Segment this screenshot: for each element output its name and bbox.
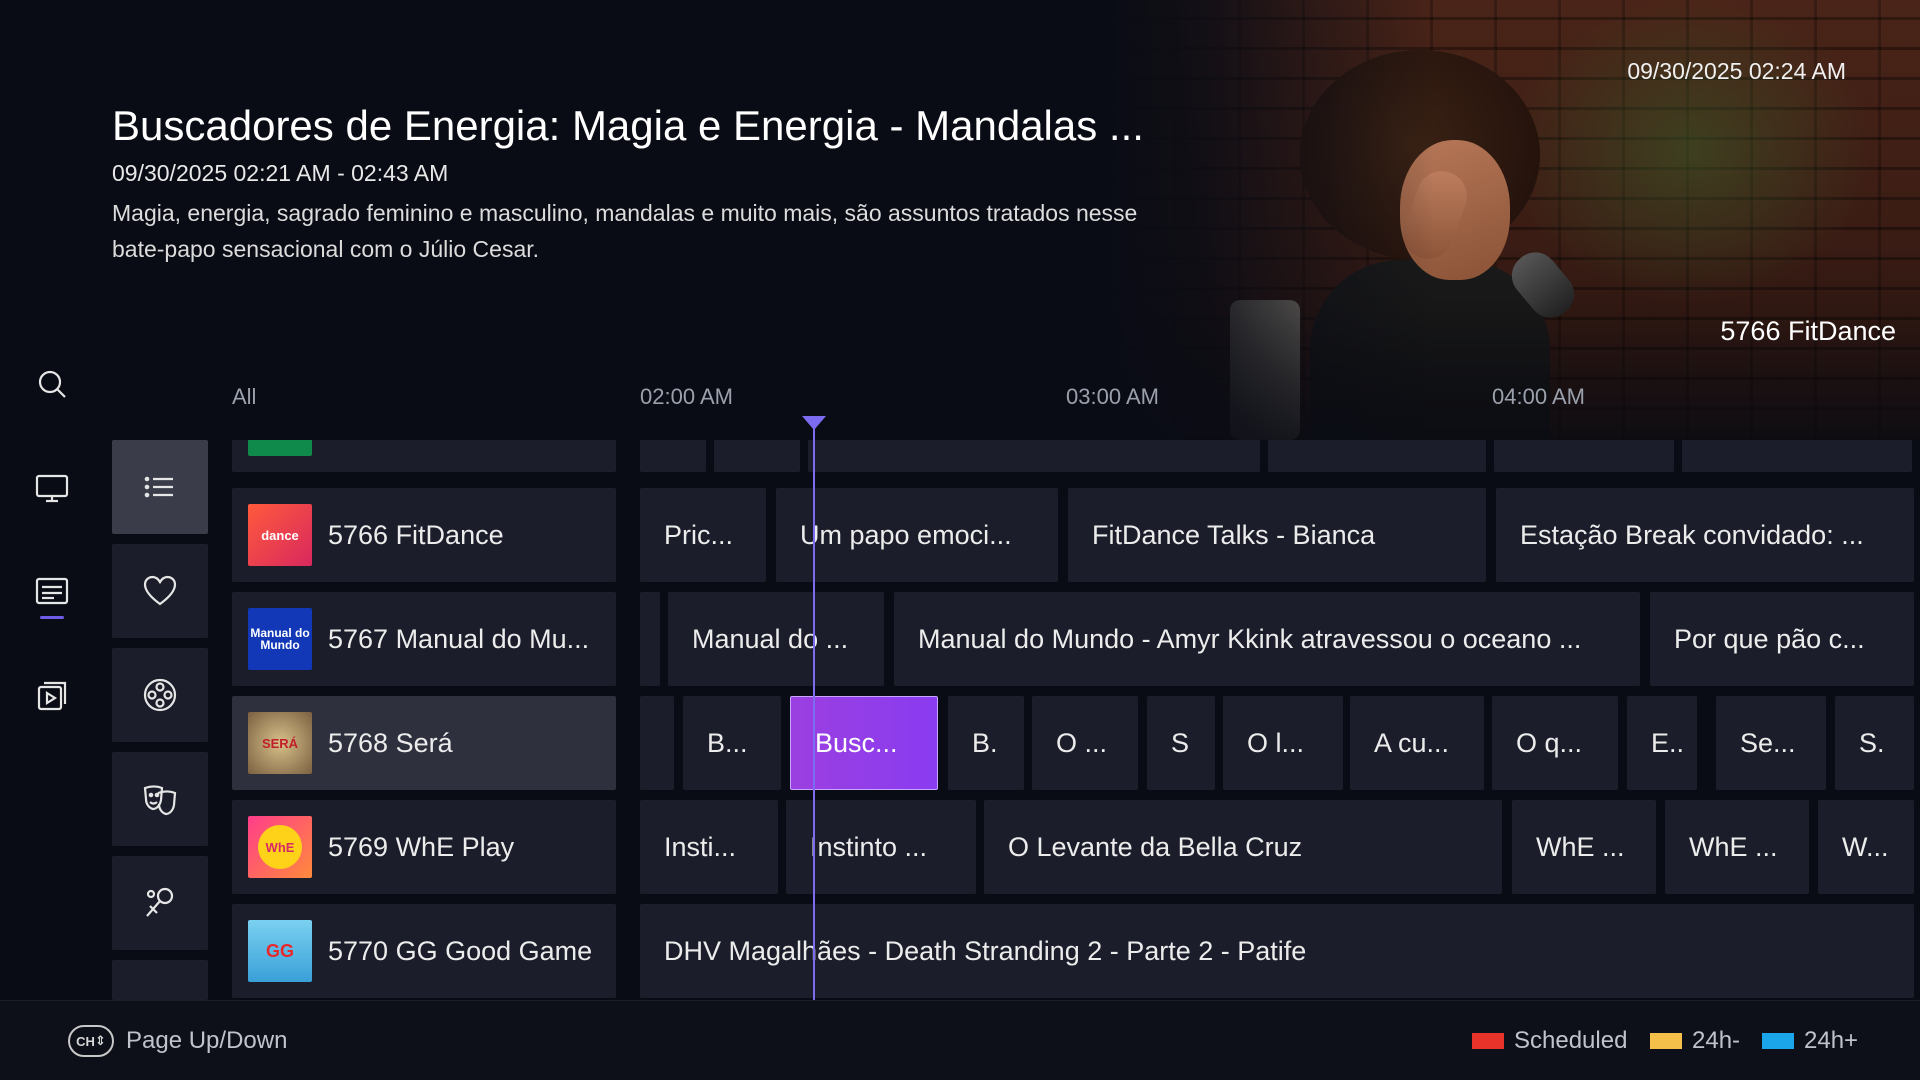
search-icon[interactable] [30,362,74,406]
category-all-button[interactable] [112,440,208,534]
channel-cell-5770[interactable]: GG 5770 GG Good Game [232,904,616,998]
channel-name: 5768 Será [328,727,453,758]
fitdance-logo: dance [248,504,312,566]
24h-minus-swatch [1650,1033,1682,1049]
program-cell[interactable]: E.. [1627,696,1697,790]
channel-name: 5770 GG Good Game [328,935,593,966]
program-cell[interactable] [1268,440,1486,472]
channel-name: 5766 FitDance [328,519,504,550]
program-description: Magia, energia, sagrado feminino e mascu… [112,200,1138,262]
scheduled-swatch [1472,1033,1504,1049]
list-icon [144,476,173,498]
heart-icon [143,575,177,606]
preview-channel-label: 5766 FitDance [1720,316,1896,346]
program-cell[interactable]: WhE ... [1665,800,1809,894]
program-cell[interactable]: Insti... [640,800,778,894]
category-sports-button[interactable] [112,856,208,950]
program-cell[interactable]: W... [1818,800,1914,894]
channel-key-icon: CH ⇕ [68,1025,114,1057]
category-more-button[interactable] [112,960,208,1000]
epg-grid: dance 5766 FitDance Pric... Um papo emoc… [0,440,1920,1000]
program-cell[interactable] [640,592,660,686]
program-cell[interactable]: O l... [1223,696,1343,790]
program-cell[interactable]: O Levante da Bella Cruz [984,800,1502,894]
program-cell[interactable]: O q... [1492,696,1618,790]
program-cell[interactable]: B. [948,696,1024,790]
program-cell[interactable]: Manual do Mundo - Amyr Kkink atravessou … [894,592,1640,686]
time-label-0300: 03:00 AM [1066,384,1159,409]
filter-all-label[interactable]: All [232,384,256,410]
channel-name: 5767 Manual do Mu... [328,623,590,654]
program-cell[interactable]: Por que pão c... [1650,592,1914,686]
program-cell[interactable] [1682,440,1912,472]
channel-name: 5769 WhE Play [328,831,515,862]
program-cell[interactable] [640,696,674,790]
gg-good-game-logo: GG [248,920,312,982]
program-cell[interactable] [714,440,800,472]
sports-icon [146,887,174,917]
program-cell[interactable]: FitDance Talks - Bianca [1068,488,1486,582]
program-cell[interactable]: A cu... [1350,696,1484,790]
program-cell[interactable]: Manual do ... [668,592,884,686]
whe-play-logo: WhE [248,816,312,878]
time-label-0200: 02:00 AM [640,384,733,409]
page-up-down-hint: Page Up/Down [126,1027,288,1054]
program-cell[interactable]: O ... [1032,696,1138,790]
program-cell[interactable]: B... [683,696,781,790]
program-time: 09/30/2025 02:21 AM - 02:43 AM [112,160,449,186]
program-title: Buscadores de Energia: Magia e Energia -… [112,102,1144,149]
program-cell[interactable]: Um papo emoci... [776,488,1058,582]
channel-cell-5767[interactable]: Manual do Mundo 5767 Manual do Mu... [232,592,616,686]
program-cell[interactable]: Pric... [640,488,766,582]
channel-cell-5766[interactable]: dance 5766 FitDance [232,488,616,582]
manual-do-mundo-logo: Manual do Mundo [248,608,312,670]
channel-cell-5769[interactable]: WhE 5769 WhE Play [232,800,616,894]
category-movies-button[interactable] [112,648,208,742]
legend-scheduled: Scheduled [1472,1027,1627,1055]
footer-bar: CH ⇕ Page Up/Down Scheduled 24h- 24h+ [0,1000,1920,1080]
category-favorites-button[interactable] [112,544,208,638]
program-cell[interactable]: DHV Magalhães - Death Stranding 2 - Part… [640,904,1914,998]
program-cell[interactable]: Estação Break convidado: ... [1496,488,1914,582]
channel-cell-partial[interactable] [232,440,616,472]
film-reel-icon [143,678,177,712]
legend-24h-minus: 24h- [1650,1027,1740,1055]
time-label-0400: 04:00 AM [1492,384,1585,409]
sera-logo: SERÁ [248,712,312,774]
program-cell[interactable] [808,440,1260,472]
program-cell[interactable] [640,440,706,472]
program-cell[interactable]: WhE ... [1512,800,1656,894]
program-cell[interactable]: S. [1835,696,1914,790]
channel-cell-5768[interactable]: SERÁ 5768 Será [232,696,616,790]
clock: 09/30/2025 02:24 AM [1627,58,1846,84]
channel-logo [248,440,312,456]
category-entertainment-button[interactable] [112,752,208,846]
program-cell[interactable]: S [1147,696,1215,790]
theater-masks-icon [143,785,177,816]
legend-24h-plus: 24h+ [1762,1027,1858,1055]
program-cell[interactable]: Se... [1716,696,1826,790]
current-time-line [813,424,815,1000]
program-cell[interactable] [1494,440,1674,472]
24h-plus-swatch [1762,1033,1794,1049]
